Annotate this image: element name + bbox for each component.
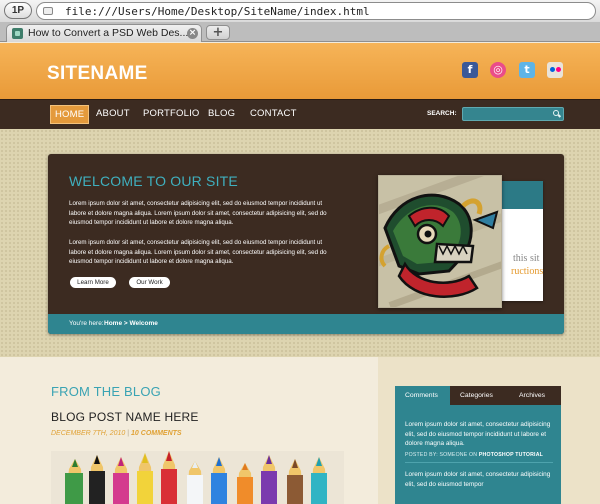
- tab-title: How to Convert a PSD Web Des...: [28, 27, 189, 39]
- breadcrumb[interactable]: Home > Welcome: [104, 320, 158, 327]
- comment-meta-prefix: POSTED BY: SOMEONE ON: [405, 452, 478, 458]
- colored-pencils-image: [51, 451, 344, 504]
- welcome-paragraph-2: Lorem ipsum dolor sit amet, consectetur …: [69, 239, 327, 265]
- sidebar-divider: [405, 462, 553, 463]
- search-label: SEARCH:: [427, 110, 457, 117]
- learn-more-button[interactable]: Learn More: [70, 277, 116, 288]
- twitter-icon[interactable]: t: [519, 62, 535, 78]
- post-image[interactable]: [51, 451, 344, 504]
- slider-card-link: ructions: [511, 266, 543, 277]
- nav-item-home[interactable]: HOME: [50, 105, 90, 124]
- tab-archives[interactable]: Archives: [519, 392, 545, 399]
- sidebar-comment-1: Lorem ipsum dolor sit amet, consectetur …: [405, 421, 551, 447]
- password-manager-button[interactable]: 1P: [4, 2, 32, 19]
- featured-image[interactable]: [378, 175, 502, 308]
- nav-item-contact[interactable]: CONTACT: [250, 108, 297, 119]
- blog-section-heading: FROM THE BLOG: [51, 384, 161, 399]
- tab-comments[interactable]: Comments: [405, 392, 438, 399]
- slider-card-text: this sit: [513, 253, 540, 264]
- graffiti-dragon-image: [379, 176, 501, 307]
- tab-strip: How to Convert a PSD Web Des... × +: [0, 22, 600, 42]
- facebook-icon[interactable]: f: [462, 62, 478, 78]
- dribbble-icon[interactable]: ◎: [490, 62, 506, 78]
- post-meta: DECEMBER 7TH, 2010 | 10 COMMENTS: [51, 430, 182, 437]
- browser-toolbar: 1P file:///Users/Home/Desktop/SiteName/i…: [0, 0, 600, 22]
- comment-meta-link[interactable]: PHOTOSHOP TUTORIAL: [479, 452, 543, 458]
- nav-item-portfolio[interactable]: PORTFOLIO: [143, 108, 200, 119]
- url-text[interactable]: file:///Users/Home/Desktop/SiteName/inde…: [65, 5, 370, 18]
- flickr-pink-dot: [556, 67, 561, 72]
- nav-item-blog[interactable]: BLOG: [208, 108, 235, 119]
- favicon-icon: [12, 28, 23, 39]
- slider-card[interactable]: this sit ructions: [495, 181, 543, 301]
- post-date: DECEMBER 7TH, 2010: [51, 430, 126, 437]
- page-icon: [43, 7, 53, 15]
- browser-tab[interactable]: How to Convert a PSD Web Des... ×: [6, 24, 202, 42]
- post-title[interactable]: BLOG POST NAME HERE: [51, 410, 199, 424]
- nav-item-about[interactable]: ABOUT: [96, 108, 130, 119]
- breadcrumb-label: You're here:: [69, 320, 104, 327]
- close-tab-icon[interactable]: ×: [187, 28, 198, 39]
- our-work-button[interactable]: Our Work: [129, 277, 170, 288]
- sidebar-comment-2: Lorem ipsum dolor sit amet, consectetur …: [405, 471, 551, 488]
- flickr-blue-dot: [550, 67, 555, 72]
- search-icon[interactable]: [553, 110, 559, 116]
- new-tab-button[interactable]: +: [206, 25, 230, 40]
- welcome-title: WELCOME TO OUR SITE: [69, 173, 238, 189]
- welcome-paragraph-1: Lorem ipsum dolor sit amet, consectetur …: [69, 200, 327, 226]
- site-logo[interactable]: SITENAME: [47, 63, 148, 85]
- site-header: SITENAME f ◎ t: [0, 43, 600, 99]
- tab-categories[interactable]: Categories: [460, 392, 493, 399]
- flickr-icon[interactable]: [547, 62, 563, 78]
- sidebar-comment-meta: POSTED BY: SOMEONE ON PHOTOSHOP TUTORIAL: [405, 452, 543, 458]
- post-comments-link[interactable]: 10 COMMENTS: [131, 430, 182, 437]
- main-nav: HOME ABOUT PORTFOLIO BLOG CONTACT SEARCH…: [0, 99, 600, 129]
- slider-card-header: [499, 181, 543, 209]
- address-bar[interactable]: file:///Users/Home/Desktop/SiteName/inde…: [36, 2, 596, 20]
- search-input[interactable]: [462, 107, 564, 121]
